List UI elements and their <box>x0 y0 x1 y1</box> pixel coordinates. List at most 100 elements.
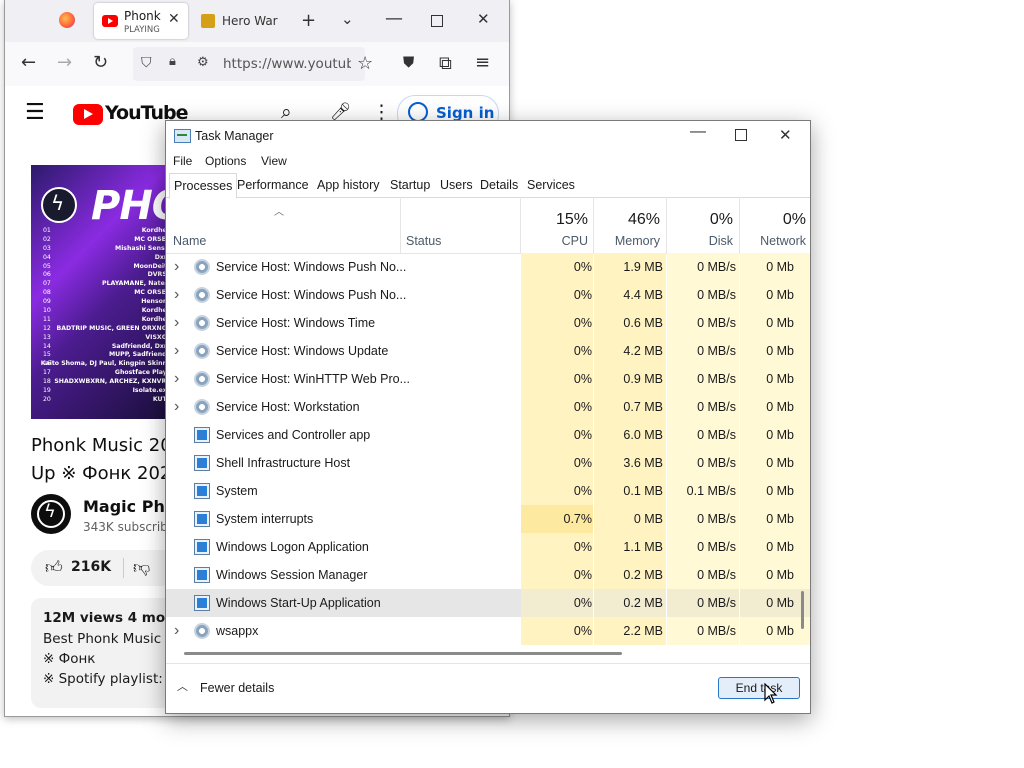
fewer-details-link[interactable]: Fewer details <box>200 681 274 695</box>
menu-file[interactable]: File <box>173 154 192 168</box>
track-number: 14 <box>43 342 51 350</box>
menu-options[interactable]: Options <box>205 154 246 168</box>
column-memory[interactable]: Memory <box>594 234 660 248</box>
extensions-icon[interactable]: ⧉ <box>439 53 452 74</box>
column-name[interactable]: Name <box>173 234 206 248</box>
process-name: Service Host: WinHTTP Web Pro... <box>216 372 411 386</box>
disk-percent[interactable]: 0% <box>667 211 733 229</box>
forward-icon[interactable]: → <box>57 52 72 73</box>
new-tab-icon[interactable]: + <box>301 10 316 31</box>
thumbs-down-icon[interactable]: 👎︎ <box>133 557 150 578</box>
process-row[interactable]: Windows Session Manager 0% 0.2 MB 0 MB/s 0 M… <box>166 561 810 589</box>
process-disk-value: 0 MB/s <box>697 400 736 414</box>
column-disk[interactable]: Disk <box>667 234 733 248</box>
process-row[interactable]: › Service Host: Workstation 0% 0.7 MB 0 MB/s… <box>166 393 810 421</box>
like-count[interactable]: 216K <box>71 559 111 575</box>
process-net-value: 0 Mb <box>766 456 794 470</box>
description-line: Best Phonk Music 2 <box>43 631 175 647</box>
expand-chevron-icon[interactable]: › <box>174 337 179 365</box>
tab-users[interactable]: Users <box>436 173 477 197</box>
hamburger-menu-icon[interactable]: ☰ <box>25 100 45 125</box>
tab-details[interactable]: Details <box>476 173 522 197</box>
process-row[interactable]: › wsappx 0% 2.2 MB 0 MB/s 0 Mb <box>166 617 810 645</box>
expand-chevron-icon[interactable]: › <box>174 281 179 309</box>
memory-percent[interactable]: 46% <box>594 211 660 229</box>
tab-performance[interactable]: Performance <box>233 173 313 197</box>
process-row[interactable]: › Service Host: WinHTTP Web Pro... 0% 0.9 M… <box>166 365 810 393</box>
hero-wars-favicon-icon <box>201 14 215 28</box>
tracklist-item: 17 Ghostface Playa <box>43 369 171 378</box>
reload-icon[interactable]: ↻ <box>93 52 108 73</box>
column-network[interactable]: Network <box>740 234 806 248</box>
process-row[interactable]: › Service Host: Windows Update 0% 4.2 MB 0 M… <box>166 337 810 365</box>
vertical-scrollbar[interactable] <box>801 591 804 629</box>
channel-avatar[interactable]: ϟ <box>31 494 71 534</box>
bookmark-star-icon[interactable]: ☆ <box>357 53 373 74</box>
video-thumbnail[interactable]: ϟ PHON 01Kordhell02MC ORSEN03 Mishashi Se… <box>31 165 171 419</box>
tracklist-item: 18 SHADXWBXRN, ARCHEZ, KXNVRA <box>43 378 171 387</box>
process-row[interactable]: › Service Host: Windows Push No... 0% 1.9 M… <box>166 253 810 281</box>
process-row[interactable]: Windows Logon Application 0% 1.1 MB 0 MB/s 0… <box>166 533 810 561</box>
tab-startup[interactable]: Startup <box>386 173 434 197</box>
cpu-percent[interactable]: 15% <box>521 211 588 229</box>
close-tab-icon[interactable]: ✕ <box>168 11 180 27</box>
tab-hero-wars[interactable]: Hero Wars <box>222 14 278 28</box>
account-icon <box>408 102 428 122</box>
minimize-icon[interactable]: — <box>385 8 403 29</box>
chevron-up-icon[interactable]: ︿ <box>177 678 188 694</box>
tab-app-history[interactable]: App history <box>313 173 384 197</box>
permissions-icon[interactable]: ⚙ <box>197 55 209 70</box>
tab-processes[interactable]: Processes <box>169 173 238 199</box>
firefox-view-icon[interactable] <box>59 12 75 28</box>
process-row[interactable]: Shell Infrastructure Host 0% 3.6 MB 0 MB/s 0… <box>166 449 810 477</box>
list-tabs-chevron-icon[interactable]: ⌄ <box>341 10 354 28</box>
maximize-icon[interactable] <box>431 15 443 27</box>
close-window-icon[interactable]: ✕ <box>779 126 792 144</box>
youtube-logo-icon[interactable] <box>73 104 103 125</box>
thumbs-up-icon[interactable]: 👍︎ <box>45 557 63 578</box>
expand-chevron-icon[interactable]: › <box>174 617 179 645</box>
process-row[interactable]: System interrupts 0.7% 0 MB 0 MB/s 0 Mb <box>166 505 810 533</box>
column-cpu[interactable]: CPU <box>521 234 588 248</box>
lock-icon[interactable]: 🔒︎ <box>169 54 176 69</box>
app-window-icon <box>194 427 210 443</box>
process-mem-value: 1.1 MB <box>623 540 663 554</box>
process-row[interactable]: System 0% 0.1 MB 0.1 MB/s 0 Mb <box>166 477 810 505</box>
track-number: 02 <box>43 235 51 243</box>
process-cpu-value: 0% <box>573 596 592 610</box>
column-status[interactable]: Status <box>406 234 441 248</box>
horizontal-scrollbar[interactable] <box>184 652 622 655</box>
close-window-icon[interactable]: ✕ <box>477 10 490 28</box>
expand-chevron-icon[interactable]: › <box>174 393 179 421</box>
process-row[interactable]: › Service Host: Windows Time 0% 0.6 MB 0 MB/… <box>166 309 810 337</box>
process-net-value: 0 Mb <box>766 540 794 554</box>
video-title: Phonk Music 20 Up ※ Фонк 202 <box>31 432 172 488</box>
end-task-button[interactable]: End task <box>718 677 800 699</box>
back-icon[interactable]: ← <box>21 52 36 73</box>
process-cpu-value: 0% <box>573 428 592 442</box>
minimize-icon[interactable]: — <box>690 123 706 141</box>
shield-icon[interactable]: ⛉ <box>141 55 152 71</box>
service-gear-icon <box>194 371 210 387</box>
tab-services[interactable]: Services <box>523 173 579 197</box>
process-cpu-value: 0% <box>573 624 592 638</box>
maximize-icon[interactable] <box>735 129 747 141</box>
network-percent[interactable]: 0% <box>740 211 806 229</box>
url-text[interactable]: https://www.youtube <box>223 56 351 72</box>
microphone-icon[interactable]: 🎤︎ <box>330 102 352 122</box>
tracklist-item: 01 Kordhell <box>43 227 171 236</box>
url-bar[interactable]: ⛉ 🔒︎ ⚙ https://www.youtube <box>133 47 365 81</box>
process-row[interactable]: Services and Controller app 0% 6.0 MB 0 MB/… <box>166 421 810 449</box>
tab-phonk[interactable]: Phonk PLAYING ✕ <box>94 3 188 39</box>
track-number: 04 <box>43 253 51 261</box>
expand-chevron-icon[interactable]: › <box>174 365 179 393</box>
expand-chevron-icon[interactable]: › <box>174 253 179 281</box>
expand-chevron-icon[interactable]: › <box>174 309 179 337</box>
tracklist-item: 11 Kordhell <box>43 316 171 325</box>
menu-view[interactable]: View <box>261 154 287 168</box>
pocket-icon[interactable]: ⛊ <box>403 53 414 71</box>
process-row[interactable]: › Service Host: Windows Push No... 0% 4.4 M… <box>166 281 810 309</box>
menu-icon[interactable]: ≡ <box>475 52 490 73</box>
process-row[interactable]: Windows Start-Up Application 0% 0.2 MB 0 MB… <box>166 589 810 617</box>
track-number: 13 <box>43 333 51 341</box>
